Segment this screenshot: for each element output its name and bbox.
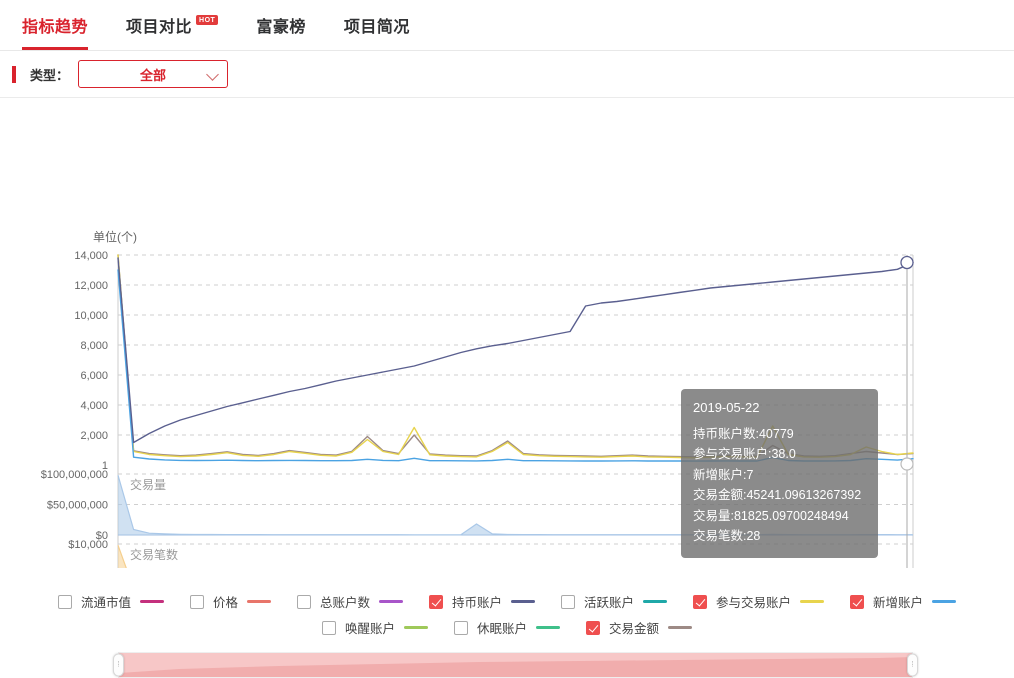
svg-text:$50,000,000: $50,000,000 (47, 500, 108, 512)
main-navigation: 指标趋势 项目对比 HOT 富豪榜 项目简况 (0, 0, 1014, 51)
legend-item-活跃账户[interactable]: 活跃账户 (561, 592, 667, 611)
chart-container[interactable]: 单位(个) 14,000 12,000 10,000 8,000 6,000 4,000 2… (0, 98, 1014, 568)
accent-bar (12, 66, 16, 83)
legend-item-总账户数[interactable]: 总账户数 (297, 592, 403, 611)
legend-label: 唤醒账户 (345, 618, 395, 637)
tab-label: 项目简况 (344, 19, 410, 36)
svg-text:$10,000: $10,000 (68, 539, 108, 551)
legend-checkbox[interactable] (586, 621, 600, 635)
legend-label: 参与交易账户 (716, 592, 791, 611)
chart-unit-label: 单位(个) (93, 228, 137, 245)
legend-color-swatch (140, 600, 164, 603)
svg-text:12,000: 12,000 (74, 280, 108, 292)
svg-text:10,000: 10,000 (74, 310, 108, 322)
svg-text:2,000: 2,000 (80, 430, 108, 442)
legend-label: 流通市值 (81, 592, 131, 611)
legend-color-swatch (511, 600, 535, 603)
legend-item-流通市值[interactable]: 流通市值 (58, 592, 164, 611)
tooltip-row: 持币账户数:40779 (693, 424, 866, 445)
tab-label: 指标趋势 (22, 19, 88, 36)
svg-text:交易笔数: 交易笔数 (130, 547, 178, 562)
tooltip-row: 交易笔数:28 (693, 526, 866, 547)
svg-text:4,000: 4,000 (80, 400, 108, 412)
svg-text:14,000: 14,000 (74, 250, 108, 262)
chart-legend: 流通市值 价格 总账户数 持币账户 活跃账户 参与交易账户 新增账户 唤醒账户 休眠账户 交易金… (0, 592, 1014, 644)
legend-color-swatch (247, 600, 271, 603)
legend-checkbox[interactable] (297, 595, 311, 609)
legend-row: 流通市值 价格 总账户数 持币账户 活跃账户 参与交易账户 新增账户 (0, 592, 1014, 611)
legend-color-swatch (668, 626, 692, 629)
chart-tooltip: 2019-05-22 持币账户数:40779 参与交易账户:38.0 新增账户:… (681, 389, 878, 558)
filter-bar: 类型： 全部 (0, 51, 1014, 98)
svg-text:6,000: 6,000 (80, 370, 108, 382)
legend-checkbox[interactable] (190, 595, 204, 609)
tab-rich-list[interactable]: 富豪榜 (256, 13, 306, 50)
svg-text:交易量: 交易量 (130, 477, 166, 492)
data-zoom-handle-left[interactable]: ⁞ (113, 654, 124, 677)
hot-badge: HOT (196, 15, 218, 25)
legend-item-休眠账户[interactable]: 休眠账户 (454, 618, 560, 637)
legend-label: 价格 (213, 592, 238, 611)
tab-indicator-trend[interactable]: 指标趋势 (22, 13, 88, 50)
legend-checkbox[interactable] (561, 595, 575, 609)
legend-color-swatch (932, 600, 956, 603)
tooltip-row: 参与交易账户:38.0 (693, 444, 866, 465)
tooltip-date: 2019-05-22 (693, 398, 866, 419)
type-select-value: 全部 (140, 65, 166, 84)
chevron-down-icon (206, 68, 219, 81)
legend-label: 总账户数 (320, 592, 370, 611)
legend-item-交易金额[interactable]: 交易金额 (586, 618, 692, 637)
legend-checkbox[interactable] (693, 595, 707, 609)
tab-label: 项目对比 (126, 19, 192, 36)
legend-color-swatch (404, 626, 428, 629)
data-zoom-slider[interactable]: ⁞ ⁞ (118, 652, 913, 678)
tooltip-row: 交易量:81825.09700248494 (693, 506, 866, 527)
legend-item-参与交易账户[interactable]: 参与交易账户 (693, 592, 824, 611)
legend-label: 活跃账户 (584, 592, 634, 611)
legend-color-swatch (643, 600, 667, 603)
legend-checkbox[interactable] (850, 595, 864, 609)
legend-checkbox[interactable] (58, 595, 72, 609)
legend-color-swatch (536, 626, 560, 629)
legend-item-新增账户[interactable]: 新增账户 (850, 592, 956, 611)
legend-row: 唤醒账户 休眠账户 交易金额 (0, 618, 1014, 637)
tab-project-compare[interactable]: 项目对比 HOT (126, 13, 218, 50)
svg-text:8,000: 8,000 (80, 340, 108, 352)
svg-text:$100,000,000: $100,000,000 (41, 469, 108, 481)
type-filter-label: 类型： (30, 65, 69, 84)
tooltip-row: 新增账户:7 (693, 465, 866, 486)
legend-checkbox[interactable] (454, 621, 468, 635)
legend-item-唤醒账户[interactable]: 唤醒账户 (322, 618, 428, 637)
type-select[interactable]: 全部 (78, 60, 228, 88)
data-zoom-handle-right[interactable]: ⁞ (907, 654, 918, 677)
legend-checkbox[interactable] (322, 621, 336, 635)
legend-label: 新增账户 (873, 592, 923, 611)
legend-color-swatch (800, 600, 824, 603)
legend-label: 持币账户 (452, 592, 502, 611)
legend-item-价格[interactable]: 价格 (190, 592, 271, 611)
legend-checkbox[interactable] (429, 595, 443, 609)
tab-project-overview[interactable]: 项目简况 (344, 13, 410, 50)
legend-item-持币账户[interactable]: 持币账户 (429, 592, 535, 611)
tab-label: 富豪榜 (256, 19, 306, 36)
legend-label: 交易金额 (609, 618, 659, 637)
tooltip-row: 交易金额:45241.09613267392 (693, 485, 866, 506)
legend-label: 休眠账户 (477, 618, 527, 637)
data-zoom-preview (119, 653, 912, 677)
legend-color-swatch (379, 600, 403, 603)
